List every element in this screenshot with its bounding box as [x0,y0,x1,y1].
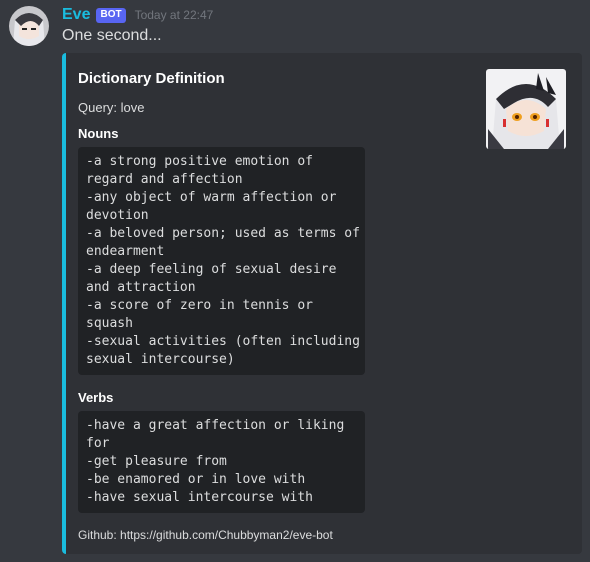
message-content: One second... [62,27,162,44]
code-line: -any object of warm affection or [86,190,337,205]
code-line: devotion [86,208,149,223]
anime-character-thumbnail-icon [486,69,566,149]
code-line: endearment [86,244,165,259]
code-block: -a strong positive emotion of regard and… [78,147,365,375]
embed-accent-bar [62,53,66,554]
code-line: regard and affection [86,172,243,187]
code-line: -sexual activities (often including [86,334,360,349]
code-line: -have sexual intercourse with [86,490,313,505]
code-line: -get pleasure from [86,454,227,469]
code-line: -a beloved person; used as terms of [86,226,360,241]
embed-title: Dictionary Definition [78,70,225,87]
code-line: for [86,436,110,451]
code-line: -be enamored or in love with [86,472,306,487]
field-name: Nouns [78,126,119,141]
code-line: sexual intercourse) [86,352,235,367]
bot-badge: BOT [96,7,126,23]
embed-footer: Github: https://github.com/Chubbyman2/ev… [78,528,333,542]
avatar[interactable] [9,6,49,46]
code-line: -a deep feeling of sexual desire [86,262,337,277]
code-line: -a score of zero in tennis or [86,298,313,313]
avatar-icon [9,6,49,46]
code-line: and attraction [86,280,196,295]
code-block: -have a great affection or liking for -g… [78,411,365,513]
embed-field-nouns: Nouns -a strong positive emotion of rega… [78,125,478,375]
username[interactable]: Eve [62,6,90,24]
embed-body: Dictionary Definition Query: love Nouns … [78,69,478,543]
embed: Dictionary Definition Query: love Nouns … [62,53,582,554]
message-header: Eve BOT Today at 22:47 [62,4,213,26]
timestamp[interactable]: Today at 22:47 [135,8,214,22]
field-name: Verbs [78,390,114,405]
code-line: squash [86,316,133,331]
embed-field-verbs: Verbs -have a great affection or liking … [78,389,478,513]
embed-description: Query: love [78,100,145,115]
chat-message: Eve BOT Today at 22:47 One second... Dic… [0,0,590,562]
code-line: -have a great affection or liking [86,418,345,433]
code-line: -a strong positive emotion of [86,154,313,169]
embed-thumbnail[interactable] [486,69,566,149]
